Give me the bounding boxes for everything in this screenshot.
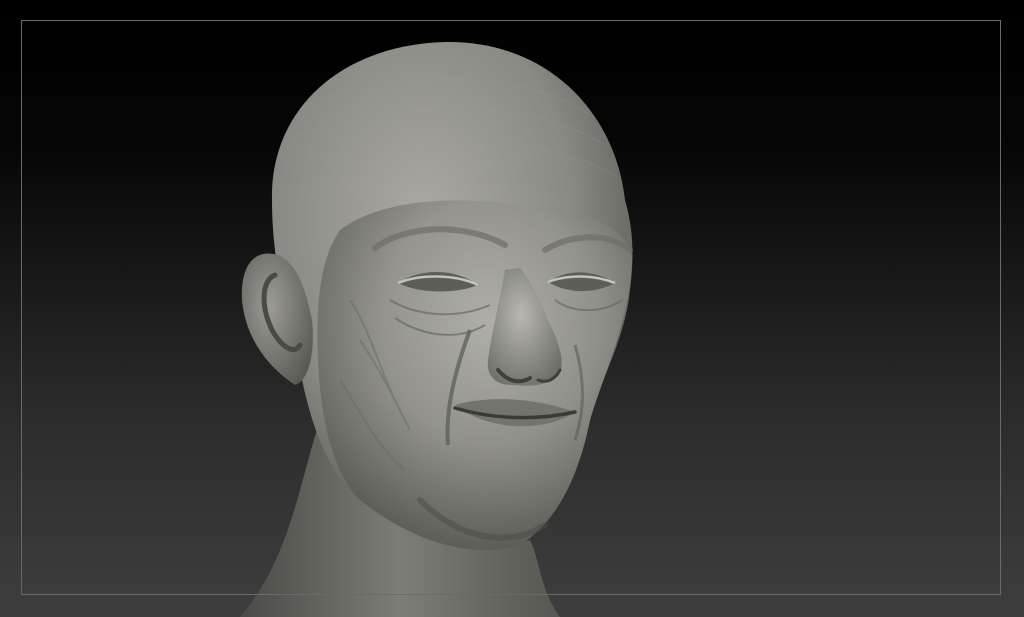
sculpted-head-model[interactable]	[0, 0, 1024, 617]
face-mesh	[317, 200, 632, 550]
3d-viewport[interactable]	[0, 0, 1024, 617]
